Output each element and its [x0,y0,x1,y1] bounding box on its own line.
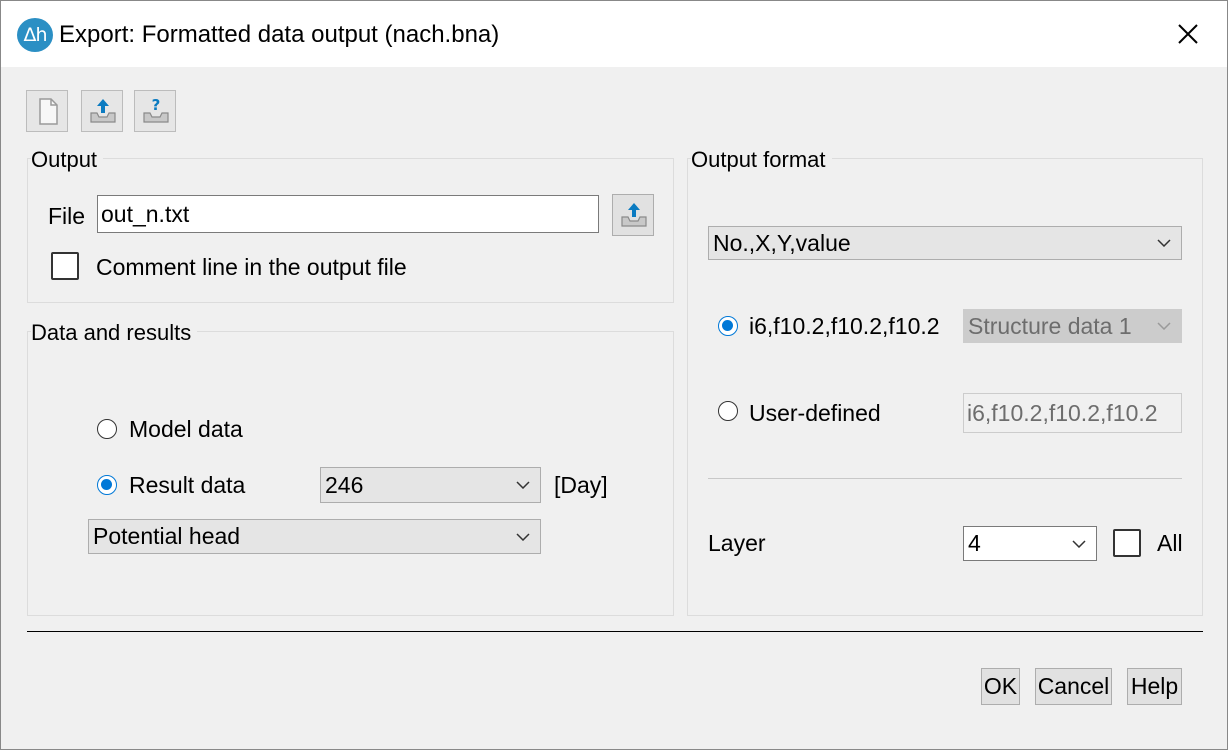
close-icon [1178,24,1198,44]
ok-button[interactable]: OK [981,668,1020,705]
browse-file-button[interactable] [612,194,654,236]
user-defined-format-input[interactable]: i6,f10.2,f10.2,f10.2 [963,393,1182,433]
layer-value: 4 [968,530,981,556]
cancel-button[interactable]: Cancel [1035,668,1112,705]
time-step-select[interactable]: 246 [320,467,541,503]
app-icon: Δh [17,18,53,52]
export-button[interactable] [81,90,123,132]
upload-icon [621,203,647,227]
export-dialog: Δh Export: Formatted data output (nach.b… [0,0,1228,750]
window-title: Export: Formatted data output (nach.bna) [59,21,500,48]
upload-help-icon: ? [143,96,169,123]
user-defined-label: User-defined [749,400,881,426]
export-help-button[interactable]: ? [134,90,176,132]
chevron-down-icon [1157,239,1171,247]
new-file-button[interactable] [26,90,68,132]
close-button[interactable] [1163,13,1213,55]
title-bar: Δh Export: Formatted data output (nach.b… [1,1,1227,67]
bottom-divider [27,631,1203,632]
structure-data-value: Structure data 1 [968,313,1132,339]
structure-data-select[interactable]: Structure data 1 [963,309,1182,343]
result-data-radio[interactable] [97,475,117,495]
layer-label: Layer [708,530,766,556]
columns-format-select[interactable]: No.,X,Y,value [708,226,1182,260]
file-label: File [48,203,86,229]
time-unit-label: [Day] [554,472,608,498]
data-results-group-label: Data and results [31,319,198,347]
preset-format-label: i6,f10.2,f10.2,f10.2 [749,313,940,339]
columns-format-value: No.,X,Y,value [713,230,851,256]
output-group-label: Output [31,146,104,174]
file-input[interactable]: out_n.txt [97,195,599,233]
chevron-down-icon [1157,322,1171,330]
preset-format-radio[interactable] [718,316,738,336]
output-format-group-label: Output format [691,146,832,174]
model-data-label: Model data [129,416,243,442]
model-data-radio[interactable] [97,419,117,439]
all-layers-checkbox[interactable] [1113,529,1141,557]
help-button[interactable]: Help [1127,668,1182,705]
chevron-down-icon [516,532,530,541]
new-document-icon [39,98,58,125]
user-defined-radio[interactable] [718,401,738,421]
svg-text:?: ? [152,96,161,114]
chevron-down-icon [516,481,530,489]
upload-icon [90,99,116,123]
result-data-label: Result data [129,472,246,498]
format-divider [708,478,1182,479]
chevron-down-icon [1072,539,1086,548]
comment-line-label: Comment line in the output file [96,254,407,280]
quantity-select[interactable]: Potential head [88,519,541,554]
quantity-value: Potential head [93,523,241,549]
comment-line-checkbox[interactable] [51,252,79,280]
all-layers-label: All [1157,530,1183,556]
layer-select[interactable]: 4 [963,526,1097,561]
time-step-value: 246 [325,472,364,498]
